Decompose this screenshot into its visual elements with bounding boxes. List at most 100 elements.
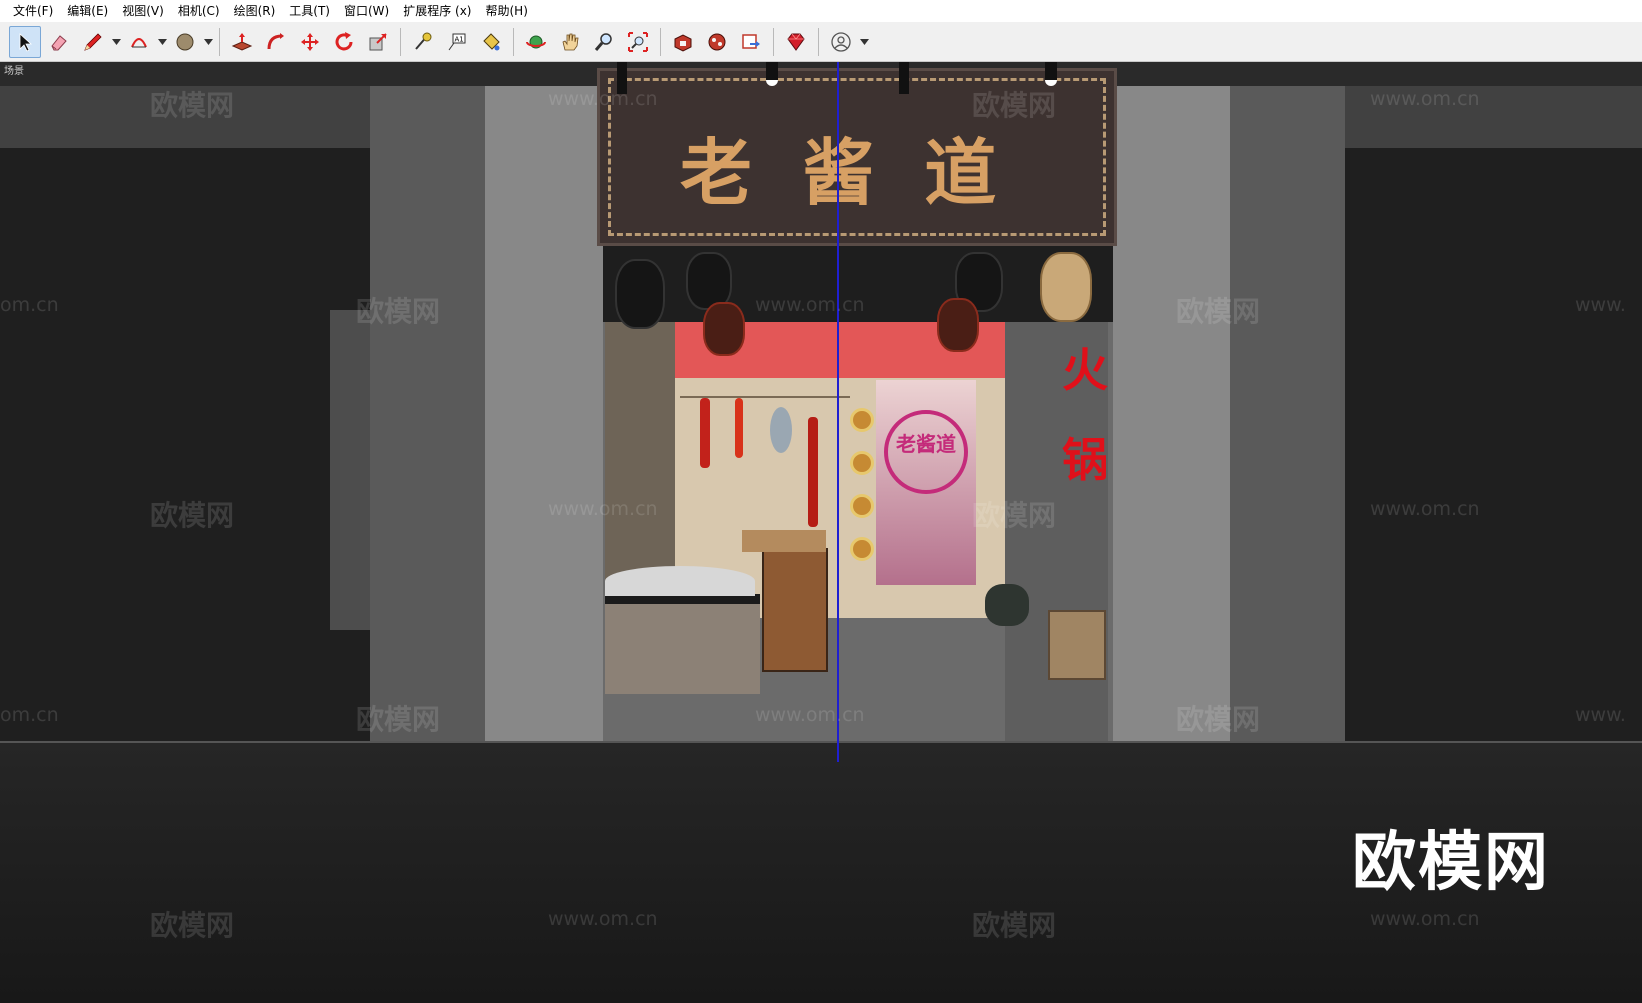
ruby-console-icon xyxy=(787,33,805,51)
menu-bar: 文件(F) 编辑(E) 视图(V) 相机(C) 绘图(R) 工具(T) 窗口(W… xyxy=(0,0,1642,22)
line-tool-button[interactable] xyxy=(77,26,109,58)
toolbar-separator xyxy=(513,27,514,56)
arc-icon xyxy=(131,37,147,47)
menu-window[interactable]: 窗口(W) xyxy=(337,0,396,22)
watermark: 欧模网 xyxy=(356,703,441,736)
text-tool-button[interactable]: A1 xyxy=(441,26,473,58)
left-column xyxy=(370,86,485,741)
corner-logo: 欧模网 xyxy=(1352,826,1550,900)
line-tool-dropdown[interactable] xyxy=(110,26,122,58)
watermark: 欧模网 xyxy=(972,909,1057,942)
move-icon xyxy=(301,32,319,51)
watermark-url: www.om.cn xyxy=(548,498,658,520)
orbit-icon xyxy=(526,35,546,48)
scale-icon xyxy=(369,32,387,50)
select-arrow-icon xyxy=(19,32,33,52)
wooden-crate xyxy=(1048,610,1106,680)
rotate-tool-button[interactable] xyxy=(328,26,360,58)
banner-char-1: 火 xyxy=(1062,343,1108,397)
menu-view[interactable]: 视图(V) xyxy=(115,0,171,22)
right-column xyxy=(1230,86,1345,741)
extension-warehouse-button[interactable] xyxy=(701,26,733,58)
chilli-bundle xyxy=(735,398,743,458)
menu-extensions[interactable]: 扩展程序 (x) xyxy=(396,0,478,22)
orbit-tool-button[interactable] xyxy=(520,26,552,58)
cash-counter xyxy=(605,594,760,694)
rotate-icon xyxy=(335,31,353,50)
watermark-url: www.om.cn xyxy=(755,294,865,316)
chevron-down-icon xyxy=(111,38,121,45)
follow-me-tool-button[interactable] xyxy=(260,26,292,58)
menu-camera[interactable]: 相机(C) xyxy=(171,0,227,22)
straw-plate xyxy=(850,408,874,432)
fish-decor xyxy=(770,407,792,453)
eraser-tool-button[interactable] xyxy=(43,26,75,58)
clay-jar xyxy=(985,584,1029,626)
spotlight xyxy=(766,62,778,86)
3d-warehouse-button[interactable] xyxy=(667,26,699,58)
chevron-down-icon xyxy=(157,38,167,45)
push-pull-tool-button[interactable] xyxy=(226,26,258,58)
watermark-url: om.cn xyxy=(0,704,59,726)
watermark: 欧模网 xyxy=(150,499,235,532)
move-tool-button[interactable] xyxy=(294,26,326,58)
zoom-extents-tool-button[interactable] xyxy=(622,26,654,58)
scene-label: 场景 xyxy=(4,66,24,77)
toolbar-separator xyxy=(773,27,774,56)
watermark: 欧模网 xyxy=(356,295,441,328)
eraser-icon xyxy=(51,34,67,50)
extension-warehouse-icon xyxy=(708,33,726,50)
menu-edit[interactable]: 编辑(E) xyxy=(60,0,115,22)
right-dark-panel xyxy=(1345,148,1642,741)
wooden-counter xyxy=(762,548,828,672)
send-to-layout-button[interactable] xyxy=(735,26,767,58)
shape-tool-button[interactable] xyxy=(169,26,201,58)
watermark: 欧模网 xyxy=(1176,295,1261,328)
scale-tool-button[interactable] xyxy=(362,26,394,58)
model-viewport[interactable]: 老 酱 道 火 锅 老酱道 欧模网 www.om.cn 欧模网 www.om.c… xyxy=(0,62,1642,1003)
circle-shape-icon xyxy=(176,33,194,50)
watermark-url: www.om.cn xyxy=(1370,498,1480,520)
paint-bucket-tool-button[interactable] xyxy=(475,26,507,58)
left-step-block xyxy=(330,310,370,630)
watermark-url: www. xyxy=(1575,704,1626,726)
menu-tools[interactable]: 工具(T) xyxy=(282,0,337,22)
model-axis-line xyxy=(837,62,839,762)
watermark-url: www.om.cn xyxy=(548,88,658,110)
toolbar-separator xyxy=(219,27,220,56)
shape-tool-dropdown[interactable] xyxy=(202,26,214,58)
tape-measure-tool-button[interactable] xyxy=(407,26,439,58)
arc-tool-dropdown[interactable] xyxy=(156,26,168,58)
menu-help[interactable]: 帮助(H) xyxy=(478,0,534,22)
arc-tool-button[interactable] xyxy=(123,26,155,58)
wicker-lantern xyxy=(1040,252,1092,322)
select-tool-button[interactable] xyxy=(9,25,41,58)
banner-char-2: 锅 xyxy=(1062,433,1108,487)
toolbar-separator xyxy=(400,27,401,56)
menu-file[interactable]: 文件(F) xyxy=(6,0,60,22)
straw-plate xyxy=(850,451,874,475)
toolbar-separator xyxy=(818,27,819,56)
straw-plate xyxy=(850,537,874,561)
chevron-down-icon xyxy=(203,38,213,45)
menu-draw[interactable]: 绘图(R) xyxy=(227,0,283,22)
left-dark-panel xyxy=(0,148,370,741)
right-pillar xyxy=(1113,86,1230,741)
svg-text:A1: A1 xyxy=(455,35,464,43)
wooden-counter-top xyxy=(742,530,826,552)
zoom-extents-icon xyxy=(628,31,648,52)
ruby-console-button[interactable] xyxy=(780,26,812,58)
straw-plate xyxy=(850,494,874,518)
warehouse-icon xyxy=(674,33,692,52)
watermark: 欧模网 xyxy=(972,499,1057,532)
tape-measure-icon xyxy=(415,32,432,50)
account-button[interactable] xyxy=(825,26,857,58)
red-lantern xyxy=(703,302,745,356)
toolbar-separator xyxy=(660,27,661,56)
pan-tool-button[interactable] xyxy=(554,26,586,58)
black-lantern xyxy=(615,259,665,329)
watermark-url: www.om.cn xyxy=(548,908,658,930)
zoom-tool-button[interactable] xyxy=(588,26,620,58)
counter-top-tray xyxy=(605,566,755,596)
account-dropdown[interactable] xyxy=(858,26,870,58)
